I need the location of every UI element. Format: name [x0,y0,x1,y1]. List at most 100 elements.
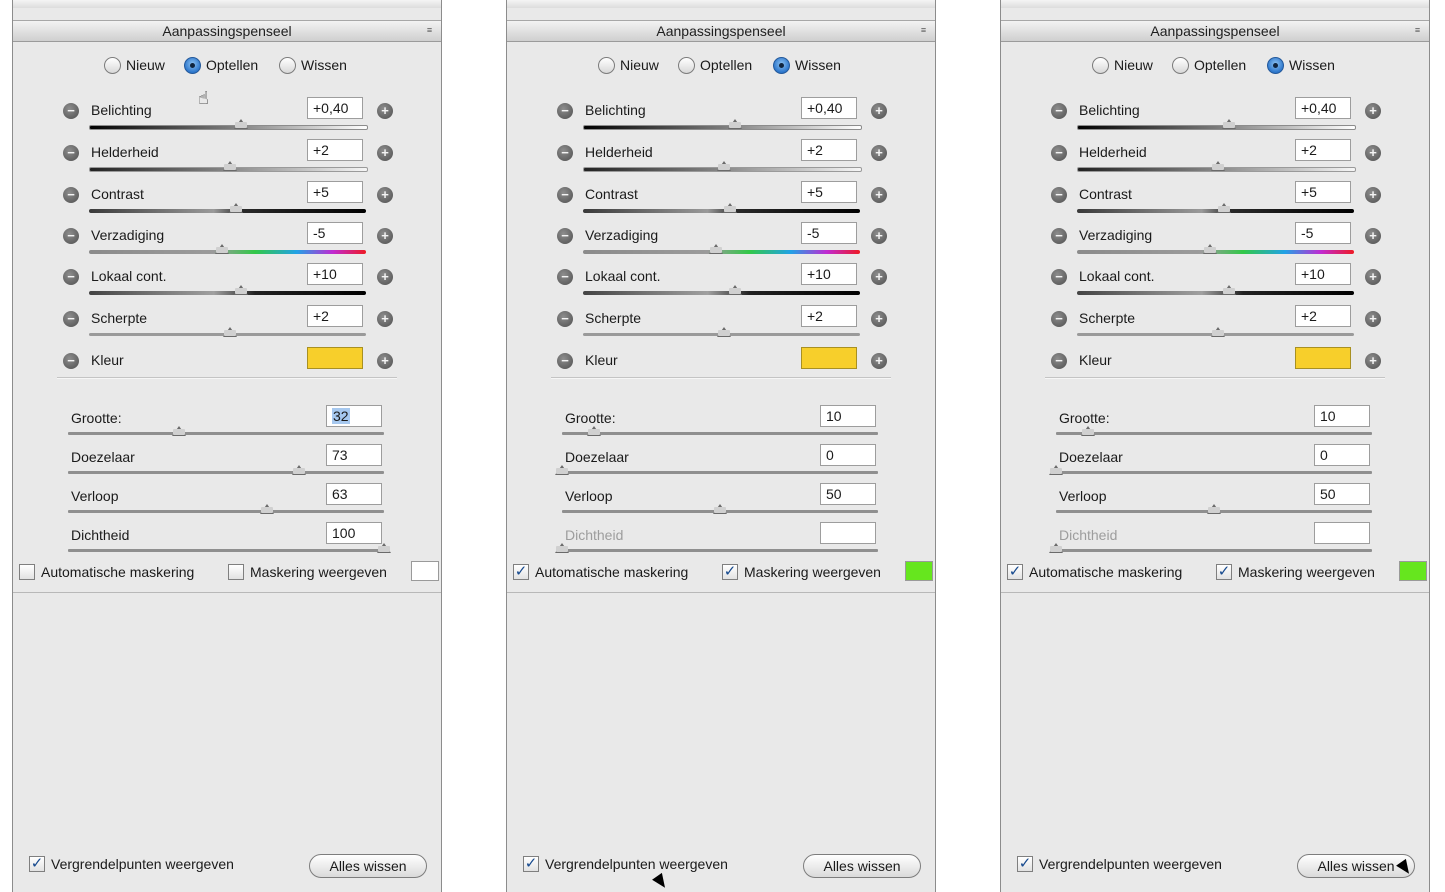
increase-icon[interactable]: + [871,311,887,327]
panel-menu-icon[interactable]: ≡ [918,25,929,35]
slider-thumb[interactable] [223,161,238,171]
slider-thumb[interactable] [717,161,732,171]
adjustment-value-field[interactable]: +10 [801,263,857,285]
increase-icon[interactable]: + [1365,228,1381,244]
adjustment-value-field[interactable]: +0,40 [801,97,857,119]
brush-slider-track[interactable] [68,549,384,552]
brush-slider-track[interactable] [1056,471,1372,474]
brush-slider-track[interactable] [68,510,384,513]
decrease-icon[interactable]: − [557,311,573,327]
auto-mask-checkbox[interactable]: ✓ Automatische maskering [513,561,688,583]
decrease-icon[interactable]: − [557,103,573,119]
increase-icon[interactable]: + [871,103,887,119]
brush-setting-value-field[interactable]: 32 [326,405,382,427]
brush-setting-value-field[interactable]: 50 [1314,483,1370,505]
adjustment-value-field[interactable]: -5 [1295,222,1351,244]
decrease-icon[interactable]: − [1051,353,1067,369]
brush-setting-value-field[interactable]: 0 [1314,444,1370,466]
slider-thumb[interactable] [228,203,243,213]
slider-thumb[interactable] [234,119,249,129]
slider-thumb[interactable] [223,327,238,337]
slider-thumb[interactable] [728,285,743,295]
slider-thumb[interactable] [1211,161,1226,171]
decrease-icon[interactable]: − [63,103,79,119]
increase-icon[interactable]: + [1365,145,1381,161]
brush-setting-value-field[interactable]: 0 [820,444,876,466]
decrease-icon[interactable]: − [557,145,573,161]
decrease-icon[interactable]: − [557,269,573,285]
decrease-icon[interactable]: − [1051,269,1067,285]
brush-slider-track[interactable] [68,432,384,435]
increase-icon[interactable]: + [871,145,887,161]
decrease-icon[interactable]: − [1051,187,1067,203]
slider-thumb[interactable] [728,119,743,129]
show-pins-checkbox[interactable]: ✓ Vergrendelpunten weergeven [523,853,728,875]
mode-radio-wissen[interactable]: Wissen [279,55,347,75]
brush-setting-value-field[interactable]: 63 [326,483,382,505]
adjustment-value-field[interactable]: -5 [307,222,363,244]
increase-icon[interactable]: + [377,269,393,285]
show-pins-checkbox[interactable]: ✓ Vergrendelpunten weergeven [1017,853,1222,875]
adjustment-slider-track[interactable] [89,125,368,130]
slider-thumb[interactable] [377,543,391,553]
increase-icon[interactable]: + [377,103,393,119]
decrease-icon[interactable]: − [1051,145,1067,161]
color-swatch[interactable] [307,347,363,369]
mode-radio-nieuw[interactable]: Nieuw [104,55,165,75]
slider-thumb[interactable] [717,327,732,337]
brush-setting-value-field[interactable]: 100 [326,522,382,544]
decrease-icon[interactable]: − [63,228,79,244]
mask-color-swatch[interactable] [905,561,933,581]
brush-setting-value-field[interactable]: 50 [820,483,876,505]
slider-thumb[interactable] [291,465,306,475]
clear-all-button[interactable]: Alles wissen [309,854,427,878]
mode-radio-nieuw[interactable]: Nieuw [1092,55,1153,75]
auto-mask-checkbox[interactable]: Automatische maskering [19,561,194,583]
adjustment-slider-track[interactable] [1077,209,1354,213]
clear-all-button[interactable]: Alles wissen [803,854,921,878]
decrease-icon[interactable]: − [557,353,573,369]
adjustment-value-field[interactable]: +2 [801,139,857,161]
show-pins-checkbox[interactable]: ✓ Vergrendelpunten weergeven [29,853,234,875]
increase-icon[interactable]: + [1365,353,1381,369]
mode-radio-nieuw[interactable]: Nieuw [598,55,659,75]
adjustment-value-field[interactable]: +5 [801,181,857,203]
increase-icon[interactable]: + [377,187,393,203]
mode-radio-optellen[interactable]: Optellen [184,55,258,75]
slider-thumb[interactable] [713,504,727,514]
decrease-icon[interactable]: − [557,228,573,244]
slider-thumb[interactable] [1080,426,1095,436]
color-swatch[interactable] [1295,347,1351,369]
brush-setting-value-field[interactable]: 10 [820,405,876,427]
decrease-icon[interactable]: − [1051,103,1067,119]
adjustment-value-field[interactable]: +2 [801,305,857,327]
adjustment-value-field[interactable]: +5 [1295,181,1351,203]
color-swatch[interactable] [801,347,857,369]
adjustment-value-field[interactable]: +0,40 [1295,97,1351,119]
slider-thumb[interactable] [1211,327,1226,337]
increase-icon[interactable]: + [871,187,887,203]
slider-thumb[interactable] [214,244,229,254]
slider-thumb[interactable] [260,504,275,514]
slider-thumb[interactable] [1202,244,1217,254]
adjustment-slider-track[interactable] [583,209,860,213]
adjustment-slider-track[interactable] [583,125,862,130]
slider-thumb[interactable] [1222,285,1237,295]
decrease-icon[interactable]: − [1051,228,1067,244]
increase-icon[interactable]: + [377,353,393,369]
decrease-icon[interactable]: − [557,187,573,203]
mask-color-swatch[interactable] [1399,561,1427,581]
increase-icon[interactable]: + [1365,269,1381,285]
brush-setting-value-field[interactable]: 73 [326,444,382,466]
decrease-icon[interactable]: − [63,311,79,327]
adjustment-slider-track[interactable] [1077,291,1354,295]
decrease-icon[interactable]: − [63,269,79,285]
slider-thumb[interactable] [722,203,737,213]
slider-thumb[interactable] [708,244,723,254]
brush-slider-track[interactable] [68,471,384,474]
increase-icon[interactable]: + [1365,311,1381,327]
mode-radio-optellen[interactable]: Optellen [1172,55,1246,75]
increase-icon[interactable]: + [377,145,393,161]
increase-icon[interactable]: + [871,269,887,285]
decrease-icon[interactable]: − [63,145,79,161]
